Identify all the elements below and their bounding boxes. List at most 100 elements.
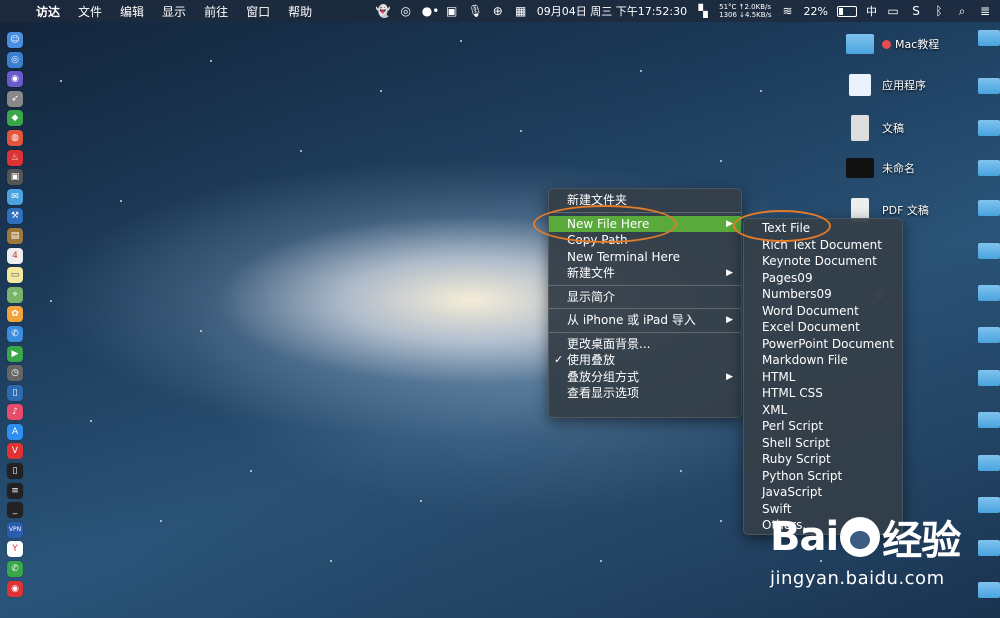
menu-item-new-terminal[interactable]: New Terminal Here [549,249,741,266]
android-icon[interactable]: ◆ [7,110,23,127]
wifi-icon[interactable]: ≋ [781,4,795,18]
submenu-item-html-css[interactable]: HTML CSS [744,385,902,402]
dots-icon[interactable]: ●• [422,4,440,18]
submenu-item-javascript[interactable]: JavaScript [744,484,902,501]
vpn-icon[interactable]: VPN [7,521,23,538]
submenu-item-keynote[interactable]: Keynote Document [744,253,902,270]
yandex-icon[interactable]: Y [7,541,23,558]
console-icon[interactable]: _ [7,502,23,519]
menu-item-change-wallpaper[interactable]: 更改桌面背景... [549,336,741,353]
notes-red-icon[interactable]: ♨ [7,149,23,166]
wechat-icon[interactable]: ✆ [7,561,23,578]
calendar-app-icon[interactable]: 4 [7,247,23,264]
calendar-icon[interactable]: ▦ [514,4,528,18]
submenu-item-shell[interactable]: Shell Script [744,435,902,452]
app-box-icon[interactable]: ▣ [7,169,23,186]
control-center-icon[interactable]: ≣ [978,4,992,18]
menu-help[interactable]: 帮助 [288,3,312,20]
menu-item-group-stacks[interactable]: 叠放分组方式 ▶ [549,369,741,386]
folder-icon[interactable] [978,285,1000,301]
menu-edit[interactable]: 编辑 [120,3,144,20]
folder-icon[interactable] [978,497,1000,513]
siri-icon[interactable]: ◉ [7,71,23,88]
checkmark-icon: ✓ [554,353,564,366]
folder-icon[interactable] [978,582,1000,598]
submenu-item-numbers[interactable]: Numbers09 [744,286,902,303]
submenu-item-excel[interactable]: Excel Document [744,319,902,336]
folder-icon[interactable] [978,30,1000,46]
menu-app-name[interactable]: 访达 [36,3,60,20]
submenu-item-powerpoint[interactable]: PowerPoint Document [744,336,902,353]
notebook-icon[interactable]: ▤ [7,227,23,244]
submenu-item-markdown[interactable]: Markdown File [744,352,902,369]
cast-icon[interactable]: ▣ [445,4,459,18]
terminal-icon[interactable]: ▯ [7,463,23,480]
menu-item-import-iphone[interactable]: 从 iPhone 或 iPad 导入 ▶ [549,312,741,329]
submenu-item-word[interactable]: Word Document [744,303,902,320]
display-icon[interactable]: ▭ [886,4,900,18]
folder-icon[interactable] [978,78,1000,94]
submenu-item-xml[interactable]: XML [744,402,902,419]
app-s-icon[interactable]: S [909,4,923,18]
app-store-icon[interactable]: A [7,423,23,440]
submenu-item-perl[interactable]: Perl Script [744,418,902,435]
microphone-icon[interactable]: 🎙 [468,4,483,18]
maps-icon[interactable]: ⌖ [7,286,23,303]
safari-icon[interactable]: ◎ [7,51,23,68]
keynote-icon[interactable]: ▯ [7,384,23,401]
network-monitor[interactable]: 51°C ↑2.0KB/s 1306 ↓4.5KB/s [719,3,771,19]
menu-item-get-info[interactable]: 显示简介 [549,289,741,306]
folder-icon[interactable] [978,160,1000,176]
menu-item-view-options[interactable]: 查看显示选项 [549,385,741,402]
mail-icon[interactable]: ✉ [7,188,23,205]
menu-item-use-stacks[interactable]: ✓ 使用叠放 [549,352,741,369]
battery-icon[interactable] [837,5,857,17]
submenu-item-python[interactable]: Python Script [744,468,902,485]
bluetooth-icon[interactable]: ᛒ [932,4,946,18]
photos-icon[interactable]: ✿ [7,306,23,323]
time-machine-icon[interactable]: ◷ [7,365,23,382]
search-icon[interactable]: ⌕ [955,4,969,18]
folder-icon[interactable] [978,200,1000,216]
submenu-arrow-icon: ▶ [726,315,733,325]
menu-file[interactable]: 文件 [78,3,102,20]
dock: ☺ ◎ ◉ ➶ ◆ ◍ ♨ ▣ ✉ ⚒ ▤ 4 ▭ ⌖ ✿ ✆ ▶ ◷ ▯ ♪ … [4,32,26,618]
music-icon[interactable]: ♪ [7,404,23,421]
folder-icon[interactable] [978,243,1000,259]
activity-monitor-icon[interactable]: ≡ [7,482,23,499]
input-method[interactable]: 中 [866,3,877,19]
dictionary-icon[interactable]: ▚ [696,4,710,18]
folder-icon [846,34,874,54]
finder-icon[interactable]: ☺ [7,32,23,48]
stickies-icon[interactable]: ▭ [7,267,23,284]
desktop-item-documents[interactable]: 文稿 [846,115,904,141]
netease-music-icon[interactable]: ◉ [7,580,23,597]
menu-item-new-file[interactable]: 新建文件 ▶ [549,265,741,282]
chrome-icon[interactable]: ◍ [7,129,23,146]
folder-icon[interactable] [978,412,1000,428]
folder-icon[interactable] [978,370,1000,386]
messages-icon[interactable]: ✆ [7,325,23,342]
folder-icon[interactable] [978,455,1000,471]
menu-go[interactable]: 前往 [204,3,228,20]
submenu-item-ruby[interactable]: Ruby Script [744,451,902,468]
menu-view[interactable]: 显示 [162,3,186,20]
globe-icon[interactable]: ⊕ [491,4,505,18]
compass-icon[interactable]: ◎ [399,4,413,18]
ghost-icon[interactable]: 👻 [376,4,391,18]
watermark-url: jingyan.baidu.com [770,568,945,589]
facetime-icon[interactable]: ▶ [7,345,23,362]
folder-icon[interactable] [978,540,1000,556]
folder-icon[interactable] [978,327,1000,343]
desktop-item-mac-tutorial[interactable]: Mac教程 [846,34,939,54]
launchpad-icon[interactable]: ➶ [7,90,23,107]
menu-window[interactable]: 窗口 [246,3,270,20]
datetime[interactable]: 09月04日 周三 下午17:52:30 [537,3,687,19]
vivaldi-icon[interactable]: V [7,443,23,460]
desktop-item-applications[interactable]: 应用程序 [846,74,926,96]
submenu-item-html[interactable]: HTML [744,369,902,386]
xcode-icon[interactable]: ⚒ [7,208,23,225]
folder-icon[interactable] [978,120,1000,136]
desktop-item-untitled[interactable]: 未命名 [846,158,915,178]
submenu-item-pages[interactable]: Pages09 [744,270,902,287]
